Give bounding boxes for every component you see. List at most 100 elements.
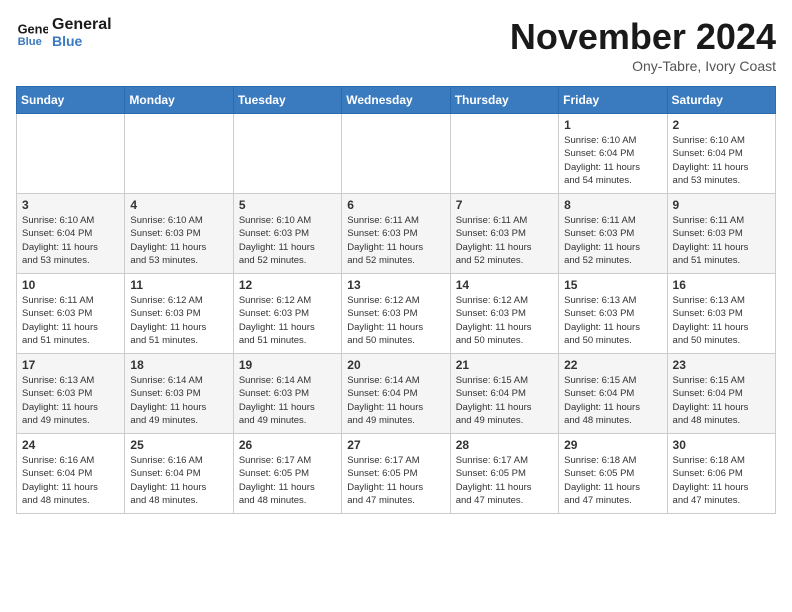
calendar-day-header: Monday [125, 87, 233, 114]
day-number: 8 [564, 198, 661, 212]
calendar-week-row: 10Sunrise: 6:11 AM Sunset: 6:03 PM Dayli… [17, 274, 776, 354]
calendar-day-cell: 28 Sunrise: 6:17 AM Sunset: 6:05 PM Dayli… [450, 434, 558, 514]
day-number: 29 [564, 438, 661, 452]
day-number: 17 [22, 358, 119, 372]
day-info: Sunrise: 6:10 AM Sunset: 6:03 PM Dayligh… [130, 214, 227, 267]
day-info: Sunrise: 6:10 AM Sunset: 6:04 PM Dayligh… [564, 134, 661, 187]
calendar-day-header: Sunday [17, 87, 125, 114]
day-info: Sunrise: 6:12 AM Sunset: 6:03 PM Dayligh… [456, 294, 553, 347]
day-number: 23 [673, 358, 770, 372]
calendar-day-cell [125, 114, 233, 194]
day-info: Sunrise: 6:10 AM Sunset: 6:03 PM Dayligh… [239, 214, 336, 267]
day-info: Sunrise: 6:13 AM Sunset: 6:03 PM Dayligh… [564, 294, 661, 347]
calendar-day-cell [233, 114, 341, 194]
logo-text-general: General [52, 16, 112, 34]
day-info: Sunrise: 6:10 AM Sunset: 6:04 PM Dayligh… [673, 134, 770, 187]
calendar-day-cell: 14 Sunrise: 6:12 AM Sunset: 6:03 PM Dayli… [450, 274, 558, 354]
day-info: Sunrise: 6:12 AM Sunset: 6:03 PM Dayligh… [239, 294, 336, 347]
calendar-day-cell: 2 Sunrise: 6:10 AM Sunset: 6:04 PM Daylig… [667, 114, 775, 194]
calendar-day-cell: 3 Sunrise: 6:10 AM Sunset: 6:04 PM Daylig… [17, 194, 125, 274]
day-number: 12 [239, 278, 336, 292]
calendar-day-header: Thursday [450, 87, 558, 114]
svg-text:Blue: Blue [18, 36, 42, 48]
calendar-day-cell: 30Sunrise: 6:18 AM Sunset: 6:06 PM Dayli… [667, 434, 775, 514]
calendar-day-cell: 19 Sunrise: 6:14 AM Sunset: 6:03 PM Dayli… [233, 354, 341, 434]
calendar-day-cell: 17 Sunrise: 6:13 AM Sunset: 6:03 PM Dayli… [17, 354, 125, 434]
day-number: 9 [673, 198, 770, 212]
calendar-day-header: Friday [559, 87, 667, 114]
calendar-week-row: 17 Sunrise: 6:13 AM Sunset: 6:03 PM Dayli… [17, 354, 776, 434]
day-number: 11 [130, 278, 227, 292]
day-number: 3 [22, 198, 119, 212]
title-section: November 2024 Ony-Tabre, Ivory Coast [510, 16, 776, 74]
day-number: 15 [564, 278, 661, 292]
day-info: Sunrise: 6:13 AM Sunset: 6:03 PM Dayligh… [22, 374, 119, 427]
day-info: Sunrise: 6:16 AM Sunset: 6:04 PM Dayligh… [130, 454, 227, 507]
calendar-day-cell [450, 114, 558, 194]
location-subtitle: Ony-Tabre, Ivory Coast [510, 58, 776, 74]
day-info: Sunrise: 6:14 AM Sunset: 6:04 PM Dayligh… [347, 374, 444, 427]
calendar-week-row: 24 Sunrise: 6:16 AM Sunset: 6:04 PM Dayli… [17, 434, 776, 514]
day-number: 21 [456, 358, 553, 372]
svg-text:General: General [18, 22, 48, 37]
day-info: Sunrise: 6:18 AM Sunset: 6:05 PM Dayligh… [564, 454, 661, 507]
day-number: 4 [130, 198, 227, 212]
calendar-day-cell: 7 Sunrise: 6:11 AM Sunset: 6:03 PM Daylig… [450, 194, 558, 274]
calendar-day-cell: 5Sunrise: 6:10 AM Sunset: 6:03 PM Daylig… [233, 194, 341, 274]
day-number: 28 [456, 438, 553, 452]
calendar-day-cell: 26Sunrise: 6:17 AM Sunset: 6:05 PM Dayli… [233, 434, 341, 514]
calendar-day-cell: 8 Sunrise: 6:11 AM Sunset: 6:03 PM Daylig… [559, 194, 667, 274]
calendar-day-cell: 1 Sunrise: 6:10 AM Sunset: 6:04 PM Daylig… [559, 114, 667, 194]
day-info: Sunrise: 6:17 AM Sunset: 6:05 PM Dayligh… [456, 454, 553, 507]
calendar-day-header: Tuesday [233, 87, 341, 114]
calendar-day-cell: 11 Sunrise: 6:12 AM Sunset: 6:03 PM Dayli… [125, 274, 233, 354]
calendar-day-cell: 20Sunrise: 6:14 AM Sunset: 6:04 PM Dayli… [342, 354, 450, 434]
day-info: Sunrise: 6:14 AM Sunset: 6:03 PM Dayligh… [239, 374, 336, 427]
calendar-day-cell: 29 Sunrise: 6:18 AM Sunset: 6:05 PM Dayli… [559, 434, 667, 514]
calendar-header-row: SundayMondayTuesdayWednesdayThursdayFrid… [17, 87, 776, 114]
day-info: Sunrise: 6:12 AM Sunset: 6:03 PM Dayligh… [130, 294, 227, 347]
day-number: 13 [347, 278, 444, 292]
calendar-day-cell: 10Sunrise: 6:11 AM Sunset: 6:03 PM Dayli… [17, 274, 125, 354]
calendar-day-cell [342, 114, 450, 194]
calendar-day-cell: 13Sunrise: 6:12 AM Sunset: 6:03 PM Dayli… [342, 274, 450, 354]
day-number: 2 [673, 118, 770, 132]
day-info: Sunrise: 6:11 AM Sunset: 6:03 PM Dayligh… [22, 294, 119, 347]
calendar-day-header: Saturday [667, 87, 775, 114]
calendar-day-cell: 4 Sunrise: 6:10 AM Sunset: 6:03 PM Daylig… [125, 194, 233, 274]
day-number: 27 [347, 438, 444, 452]
day-number: 14 [456, 278, 553, 292]
calendar-day-cell: 25Sunrise: 6:16 AM Sunset: 6:04 PM Dayli… [125, 434, 233, 514]
day-info: Sunrise: 6:10 AM Sunset: 6:04 PM Dayligh… [22, 214, 119, 267]
day-info: Sunrise: 6:16 AM Sunset: 6:04 PM Dayligh… [22, 454, 119, 507]
calendar-day-cell: 16Sunrise: 6:13 AM Sunset: 6:03 PM Dayli… [667, 274, 775, 354]
day-info: Sunrise: 6:15 AM Sunset: 6:04 PM Dayligh… [564, 374, 661, 427]
calendar-day-cell: 21Sunrise: 6:15 AM Sunset: 6:04 PM Dayli… [450, 354, 558, 434]
day-number: 19 [239, 358, 336, 372]
day-info: Sunrise: 6:11 AM Sunset: 6:03 PM Dayligh… [456, 214, 553, 267]
calendar-day-cell: 15 Sunrise: 6:13 AM Sunset: 6:03 PM Dayli… [559, 274, 667, 354]
day-number: 26 [239, 438, 336, 452]
logo-text-blue: Blue [52, 34, 112, 49]
calendar-day-cell: 27Sunrise: 6:17 AM Sunset: 6:05 PM Dayli… [342, 434, 450, 514]
calendar-day-cell: 24 Sunrise: 6:16 AM Sunset: 6:04 PM Dayli… [17, 434, 125, 514]
day-info: Sunrise: 6:11 AM Sunset: 6:03 PM Dayligh… [564, 214, 661, 267]
day-number: 6 [347, 198, 444, 212]
calendar-day-cell: 12 Sunrise: 6:12 AM Sunset: 6:03 PM Dayli… [233, 274, 341, 354]
day-info: Sunrise: 6:18 AM Sunset: 6:06 PM Dayligh… [673, 454, 770, 507]
day-number: 7 [456, 198, 553, 212]
logo-icon: General Blue [16, 16, 48, 48]
calendar-day-cell: 9Sunrise: 6:11 AM Sunset: 6:03 PM Daylig… [667, 194, 775, 274]
calendar-week-row: 1 Sunrise: 6:10 AM Sunset: 6:04 PM Daylig… [17, 114, 776, 194]
logo: General Blue General Blue [16, 16, 112, 49]
calendar-week-row: 3 Sunrise: 6:10 AM Sunset: 6:04 PM Daylig… [17, 194, 776, 274]
calendar-day-cell [17, 114, 125, 194]
day-number: 24 [22, 438, 119, 452]
calendar-day-cell: 22 Sunrise: 6:15 AM Sunset: 6:04 PM Dayli… [559, 354, 667, 434]
calendar-day-cell: 18Sunrise: 6:14 AM Sunset: 6:03 PM Dayli… [125, 354, 233, 434]
day-number: 1 [564, 118, 661, 132]
day-number: 22 [564, 358, 661, 372]
page-header: General Blue General Blue November 2024 … [16, 16, 776, 74]
day-info: Sunrise: 6:15 AM Sunset: 6:04 PM Dayligh… [673, 374, 770, 427]
calendar-table: SundayMondayTuesdayWednesdayThursdayFrid… [16, 86, 776, 514]
